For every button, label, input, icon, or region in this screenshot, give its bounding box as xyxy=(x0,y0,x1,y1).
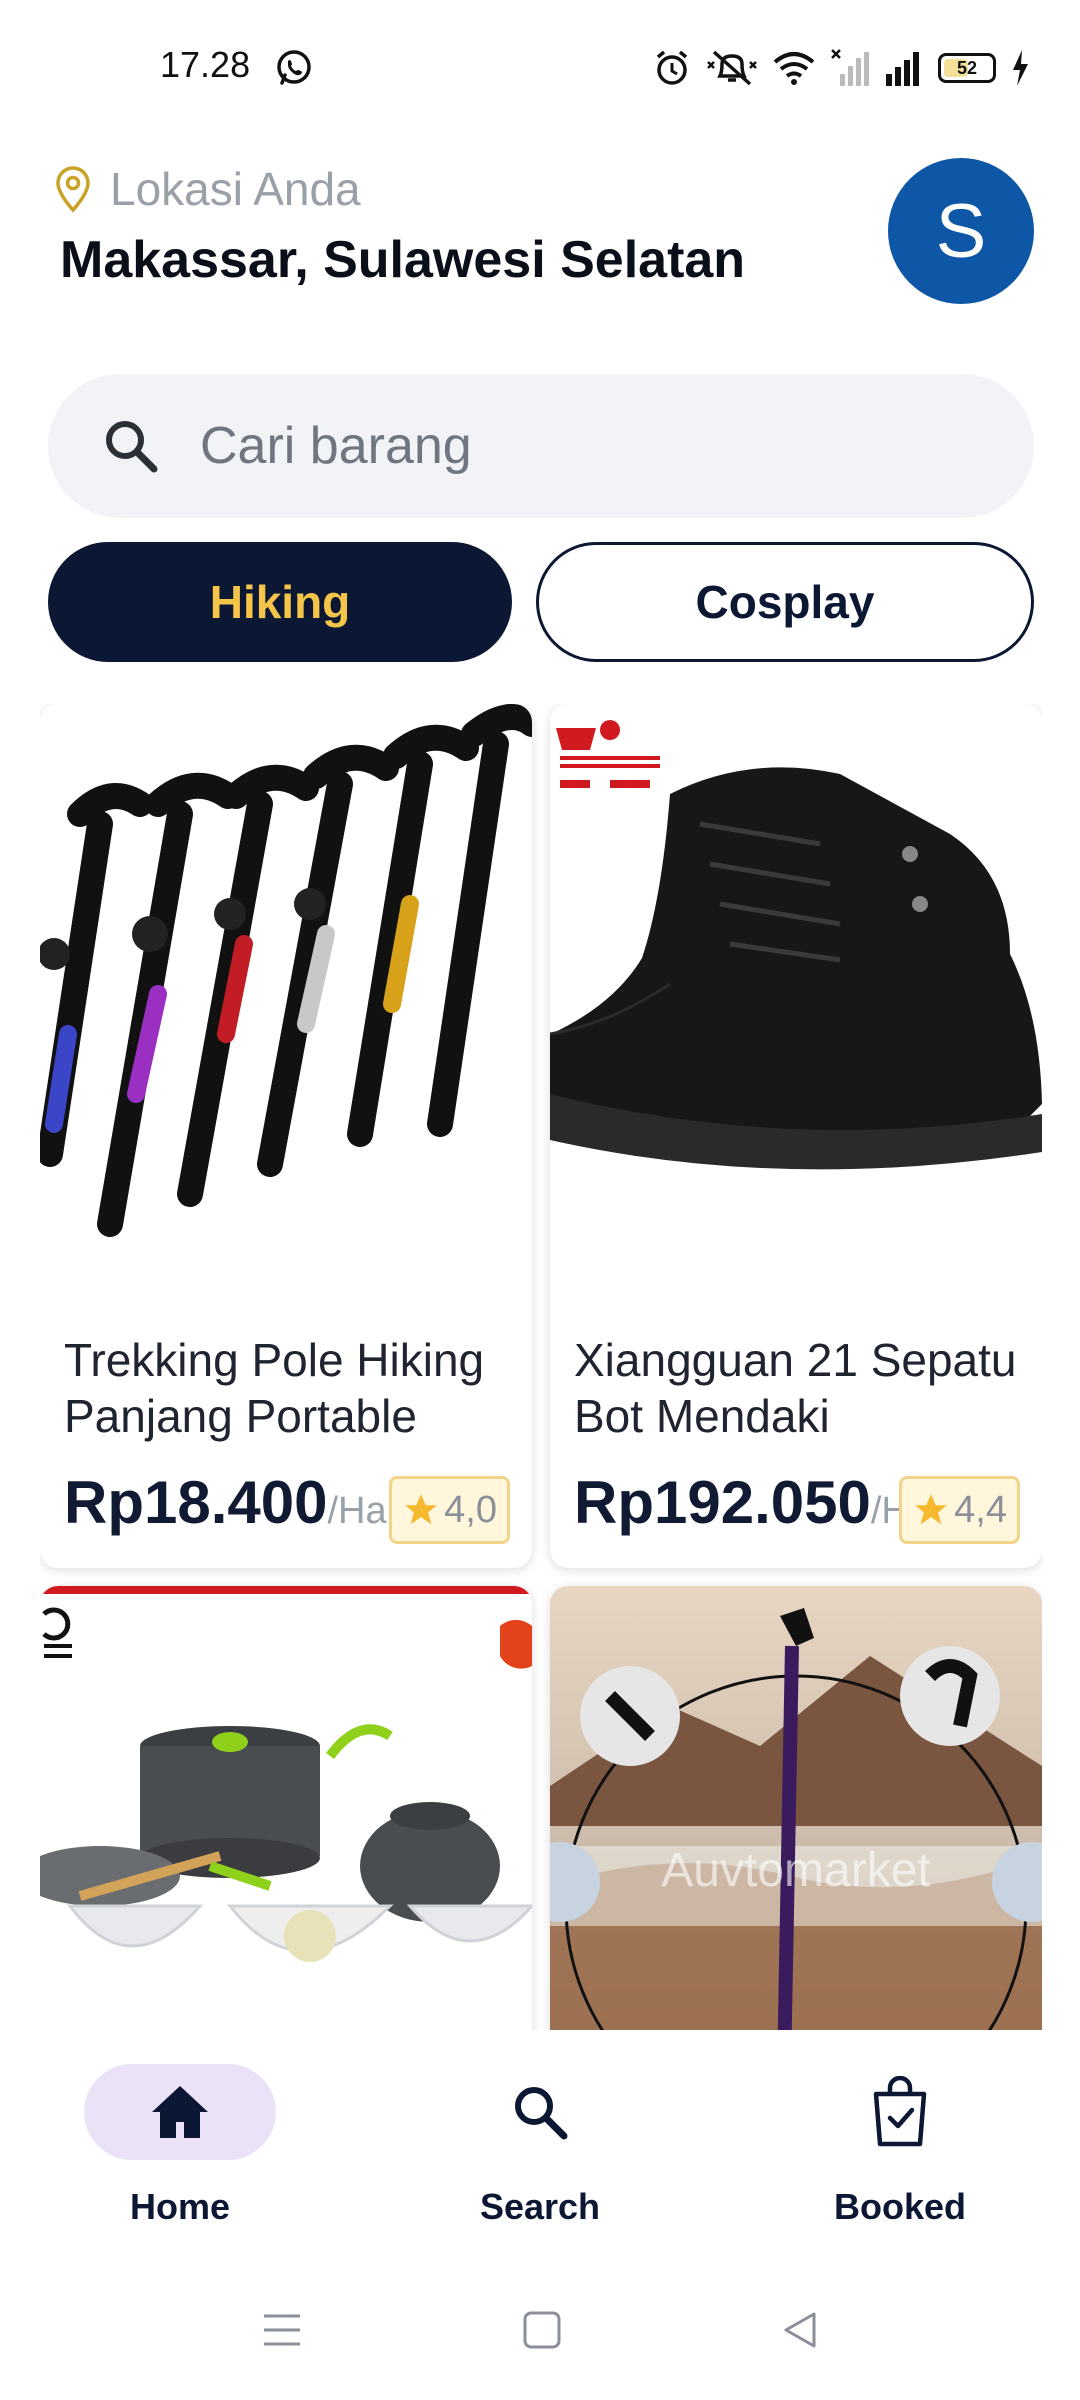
search-icon xyxy=(515,2087,568,2140)
category-chip-label: Hiking xyxy=(209,576,351,628)
wifi-icon xyxy=(773,52,815,85)
product-card[interactable]: Trekking Pole Hiking Panjang Portable Rp… xyxy=(40,704,532,1568)
nav-item-search[interactable]: Search xyxy=(420,2064,660,2228)
bottom-nav: Home Search Booked xyxy=(0,2030,1080,2260)
nav-icon-wrap xyxy=(804,2064,996,2160)
search-bar[interactable] xyxy=(48,374,1034,518)
rating-badge: 4,4 xyxy=(899,1476,1020,1544)
nav-item-booked[interactable]: Booked xyxy=(780,2064,1020,2228)
signal-icon-sim2 xyxy=(831,49,869,86)
search-icon xyxy=(106,421,158,473)
avatar[interactable]: S xyxy=(888,158,1034,304)
location-city: Makassar, Sulawesi Selatan xyxy=(60,231,746,289)
location-label: Lokasi Anda xyxy=(110,163,361,215)
product-image-cookware-set xyxy=(40,1586,532,2030)
product-image-hiking-boot xyxy=(550,704,1042,1296)
back-icon[interactable] xyxy=(780,2310,820,2350)
product-grid[interactable]: Trekking Pole Hiking Panjang Portable Rp… xyxy=(40,704,1042,2030)
rating-value: 4,4 xyxy=(954,1488,1007,1531)
home-icon xyxy=(152,2086,208,2138)
category-chip-cosplay[interactable]: Cosplay xyxy=(536,542,1034,662)
product-title: Trekking Pole Hiking Panjang Portable xyxy=(64,1334,485,1442)
shopping-bag-check-icon xyxy=(873,2076,927,2147)
nav-item-home[interactable]: Home xyxy=(60,2064,300,2228)
battery-indicator: 52 xyxy=(938,53,996,83)
nav-active-indicator xyxy=(84,2064,276,2160)
nav-label: Home xyxy=(129,2186,231,2227)
battery-level: 52 xyxy=(956,57,978,78)
product-card[interactable]: Auvtomarket xyxy=(550,1586,1042,2030)
product-card[interactable]: Xiangguan 21 Sepatu Bot Mendaki Rp192.05… xyxy=(550,704,1042,1568)
location-header[interactable]: Lokasi Anda Makassar, Sulawesi Selatan xyxy=(54,162,745,290)
search-input[interactable] xyxy=(200,416,960,476)
star-icon xyxy=(405,1494,438,1525)
nav-label: Search xyxy=(479,2186,601,2227)
rating-badge: 4,0 xyxy=(389,1476,510,1544)
product-image-trekking-pole-banner: Auvtomarket xyxy=(550,1586,1042,2030)
category-chip-label: Cosplay xyxy=(695,576,875,628)
status-icons: 52 xyxy=(652,46,1030,90)
product-price: Rp192.050 xyxy=(574,1469,871,1536)
product-card[interactable] xyxy=(40,1586,532,2030)
system-nav-bar xyxy=(0,2260,1080,2400)
home-square-icon[interactable] xyxy=(522,2310,562,2350)
category-chip-hiking[interactable]: Hiking xyxy=(48,542,512,662)
whatsapp-icon xyxy=(277,50,311,85)
alarm-icon xyxy=(656,50,688,85)
signal-icon-sim1 xyxy=(886,52,919,86)
menu-icon[interactable] xyxy=(262,2310,302,2350)
star-icon xyxy=(915,1494,948,1525)
product-title: Xiangguan 21 Sepatu Bot Mendaki xyxy=(574,1334,1017,1442)
location-pin-icon xyxy=(56,166,90,213)
nav-icon-wrap xyxy=(444,2064,636,2160)
status-time: 17.28 xyxy=(160,44,251,85)
status-bar: 17.28 52 xyxy=(0,0,1080,140)
watermark-text: Auvtomarket xyxy=(661,1844,930,1897)
product-price: Rp18.400 xyxy=(64,1469,328,1536)
avatar-initial: S xyxy=(935,188,987,274)
nav-label: Booked xyxy=(833,2186,966,2227)
charging-icon xyxy=(1013,50,1028,86)
rating-value: 4,0 xyxy=(444,1488,497,1531)
product-image-trekking-poles xyxy=(40,704,532,1296)
mute-icon xyxy=(707,50,757,86)
